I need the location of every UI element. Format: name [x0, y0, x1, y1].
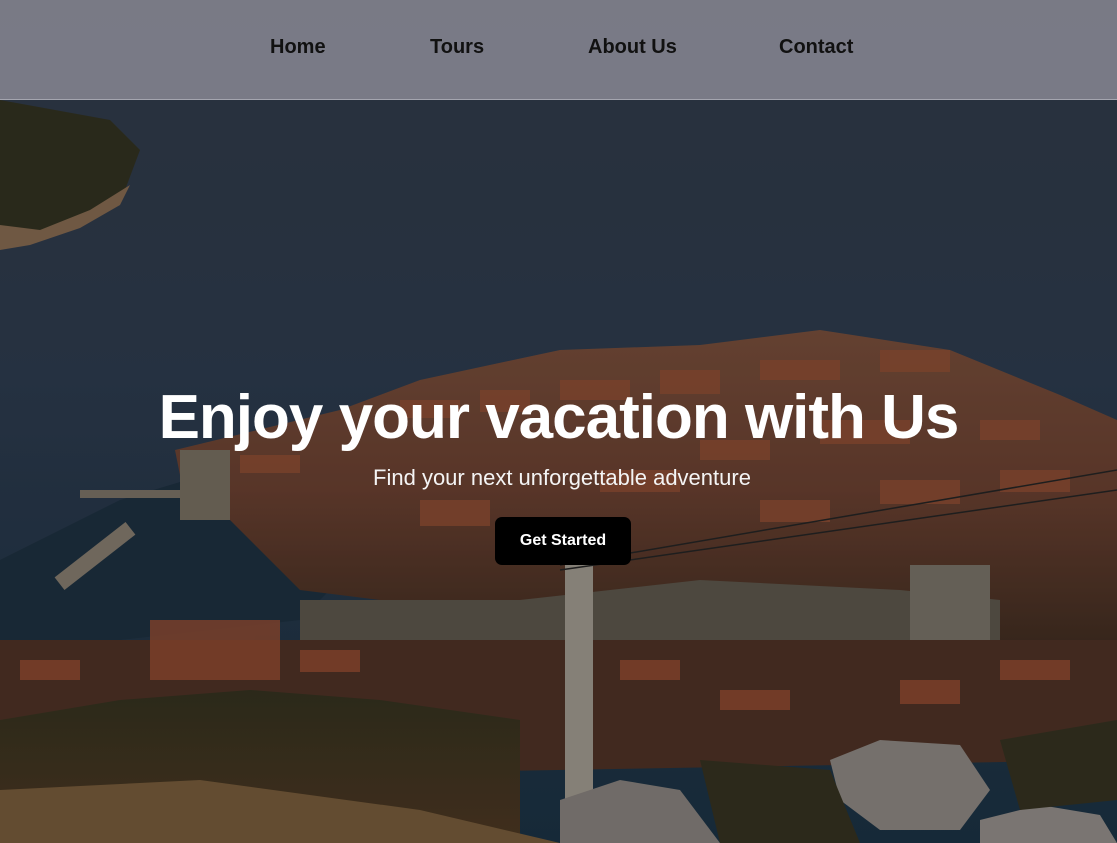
hero-subtitle: Find your next unforgettable adventure — [373, 465, 751, 490]
top-navbar: Home Tours About Us Contact — [0, 0, 1117, 100]
nav-link-tours[interactable]: Tours — [430, 36, 484, 62]
nav-link-contact[interactable]: Contact — [779, 36, 853, 62]
landing-page: Home Tours About Us Contact Enjoy your v… — [0, 0, 1117, 843]
get-started-button[interactable]: Get Started — [495, 517, 631, 565]
nav-link-home[interactable]: Home — [270, 36, 326, 62]
nav-link-about-us[interactable]: About Us — [588, 36, 677, 62]
hero-title: Enjoy your vacation with Us — [158, 383, 960, 452]
